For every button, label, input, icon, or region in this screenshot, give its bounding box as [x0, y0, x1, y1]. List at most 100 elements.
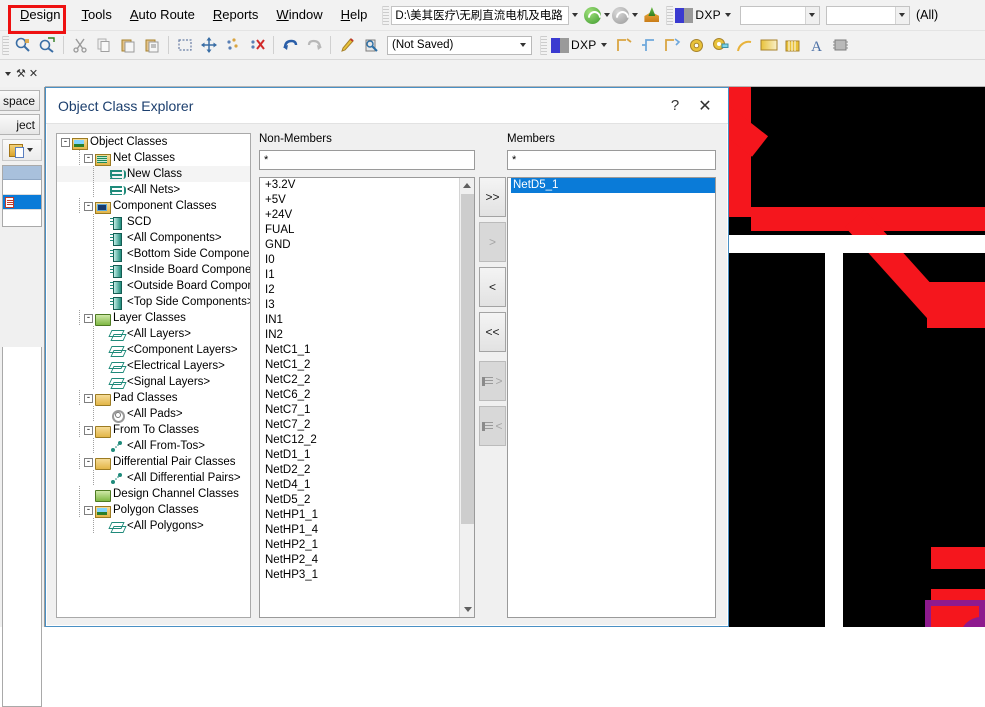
menu-help[interactable]: Help [332, 3, 377, 27]
list-item[interactable]: GND [263, 238, 459, 253]
tree-node[interactable]: - Pad Classes [57, 390, 250, 406]
tree-node[interactable]: <Component Layers> [57, 342, 250, 358]
list-item[interactable]: I0 [263, 253, 459, 268]
undo-icon[interactable] [279, 34, 301, 56]
close-icon[interactable]: ✕ [29, 67, 38, 80]
project-panel-button[interactable]: ject [0, 114, 40, 135]
chevron-down-icon[interactable] [599, 36, 610, 55]
scrollbar-thumb[interactable] [461, 194, 474, 524]
place-line-icon[interactable] [614, 34, 636, 56]
project-toolbar[interactable] [2, 139, 42, 161]
list-item[interactable]: FUAL [263, 223, 459, 238]
tree-node[interactable]: - From To Classes [57, 422, 250, 438]
tree-node[interactable]: <All Layers> [57, 326, 250, 342]
help-icon[interactable]: ? [660, 92, 690, 120]
close-icon[interactable]: ✕ [690, 92, 720, 120]
highlight-icon[interactable] [336, 34, 358, 56]
list-item[interactable] [3, 195, 41, 210]
place-string-icon[interactable]: A [806, 34, 828, 56]
list-item[interactable]: +24V [263, 208, 459, 223]
place-polygon-icon[interactable] [782, 34, 804, 56]
list-item[interactable]: I1 [263, 268, 459, 283]
toolbar-grip[interactable] [666, 5, 674, 25]
members-filter-input[interactable] [507, 150, 716, 170]
list-item[interactable]: IN2 [263, 328, 459, 343]
tree-expander[interactable]: - [84, 393, 93, 403]
tree-node[interactable]: <All Pads> [57, 406, 250, 423]
chevron-down-icon[interactable] [2, 64, 13, 83]
chevron-down-icon[interactable] [25, 141, 36, 160]
tree-node[interactable]: Design Channel Classes [57, 486, 250, 502]
place-track-icon[interactable] [638, 34, 660, 56]
deselect-icon[interactable] [222, 34, 244, 56]
list-item[interactable]: NetC6_2 [263, 388, 459, 403]
menu-tools[interactable]: Tools [72, 3, 120, 27]
non-members-filter-input[interactable] [259, 150, 475, 170]
non-members-listbox[interactable]: +3.2V +5V +24V FUAL GND I0 I1 I2 I3 IN1 IN2 NetC1_1… [259, 177, 475, 618]
place-fill-icon[interactable] [758, 34, 780, 56]
home-icon[interactable] [643, 7, 660, 23]
zoom-area-icon[interactable] [36, 34, 58, 56]
chevron-down-icon[interactable] [601, 6, 612, 25]
scroll-down-icon[interactable] [460, 602, 474, 617]
list-item[interactable]: NetHP2_4 [263, 553, 459, 568]
move-all-to-members-button[interactable]: >> [479, 177, 506, 217]
cut-icon[interactable] [69, 34, 91, 56]
scope-combobox-1[interactable] [739, 5, 820, 25]
toolbar-grip[interactable] [540, 35, 547, 55]
tree-node[interactable]: <Signal Layers> [57, 374, 250, 390]
tree-node[interactable]: New Class [57, 166, 250, 182]
tree-node[interactable]: <All Polygons> [57, 518, 250, 534]
tree-expander[interactable]: - [84, 313, 93, 323]
tree-node[interactable]: - Layer Classes [57, 310, 250, 326]
list-item[interactable]: NetC2_2 [263, 373, 459, 388]
tree-expander[interactable]: - [84, 425, 93, 435]
tree-node[interactable]: - Differential Pair Classes [57, 454, 250, 470]
list-item[interactable]: NetD5_1 [511, 178, 715, 193]
tree-node[interactable]: - Net Classes [57, 150, 250, 166]
list-item[interactable]: NetHP1_4 [263, 523, 459, 538]
tree-node[interactable]: <All From-Tos> [57, 438, 250, 454]
tree-node[interactable]: <All Nets> [57, 182, 250, 198]
forward-icon[interactable] [612, 6, 630, 24]
project-document-list[interactable] [2, 165, 42, 227]
tree-node[interactable]: <Electrical Layers> [57, 358, 250, 374]
list-item[interactable]: NetD1_1 [263, 448, 459, 463]
document-path-field[interactable]: D:\美其医疗\无刷直流电机及电路 [391, 5, 570, 25]
left-dock-panel[interactable]: space ject [0, 87, 45, 707]
place-arc-icon[interactable] [662, 34, 684, 56]
paste-icon[interactable] [117, 34, 139, 56]
move-selected-to-nonmembers-button[interactable]: < [479, 267, 506, 307]
tree-expander[interactable]: - [84, 457, 93, 467]
tree-node[interactable]: - Component Classes [57, 198, 250, 214]
scope-combobox-2[interactable] [825, 5, 910, 25]
zoom-in-icon[interactable] [12, 34, 34, 56]
chevron-down-icon[interactable] [804, 6, 819, 24]
tree-expander[interactable]: - [84, 505, 93, 515]
tree-node[interactable]: - Object Classes [57, 134, 250, 150]
copy-icon[interactable] [93, 34, 115, 56]
list-item[interactable]: I2 [263, 283, 459, 298]
tree-node[interactable]: SCD [57, 214, 250, 230]
place-pad-icon[interactable] [710, 34, 732, 56]
list-item[interactable]: NetC7_1 [263, 403, 459, 418]
list-item[interactable]: NetD4_1 [263, 478, 459, 493]
list-item[interactable]: NetC1_2 [263, 358, 459, 373]
tree-node[interactable]: <Inside Board Components> [57, 262, 250, 278]
move-icon[interactable] [198, 34, 220, 56]
toolbar-grip[interactable] [2, 35, 9, 55]
dxp-menu-label[interactable]: DXP [693, 8, 723, 22]
tree-node[interactable]: <All Components> [57, 230, 250, 246]
tree-node[interactable]: <All Differential Pairs> [57, 470, 250, 486]
list-item[interactable]: NetD5_2 [263, 493, 459, 508]
menu-window[interactable]: Window [267, 3, 331, 27]
menu-design[interactable]: Design [8, 3, 72, 27]
variant-combobox[interactable]: (Not Saved) [387, 35, 532, 55]
list-item[interactable]: NetC7_2 [263, 418, 459, 433]
paste-special-icon[interactable] [141, 34, 163, 56]
move-all-to-nonmembers-button[interactable]: << [479, 312, 506, 352]
members-listbox[interactable]: NetD5_1 [507, 177, 716, 618]
chevron-down-icon[interactable] [569, 6, 580, 25]
tree-expander[interactable]: - [84, 153, 93, 163]
chevron-down-icon[interactable] [516, 38, 530, 53]
